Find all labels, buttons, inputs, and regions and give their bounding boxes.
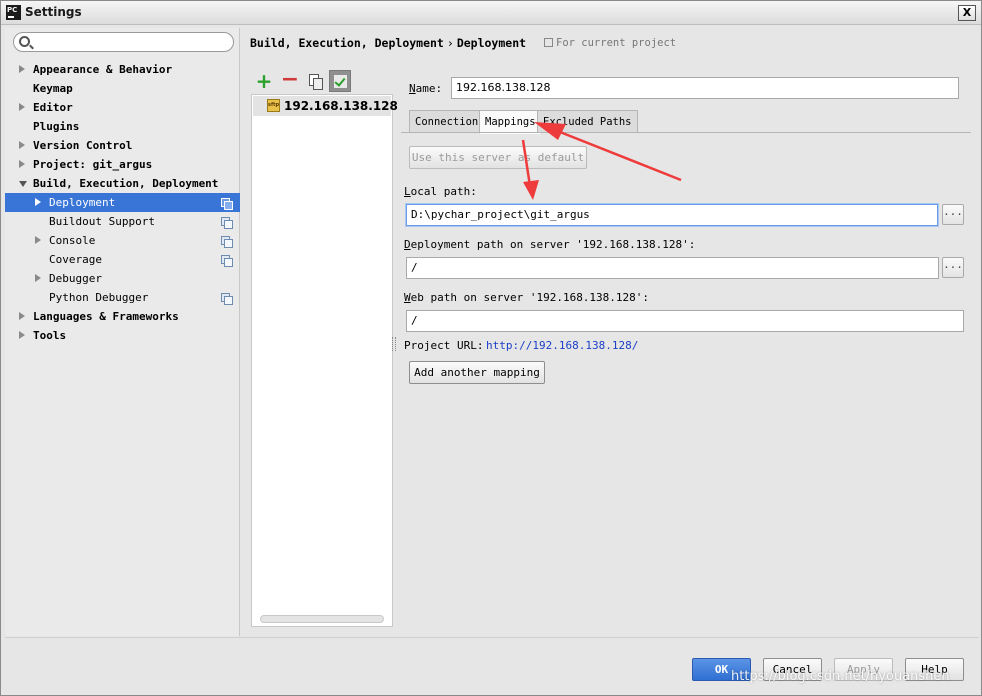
sftp-icon: sftp	[267, 99, 280, 112]
chevron-right-icon[interactable]	[35, 274, 41, 282]
sidebar-item-console[interactable]: Console	[5, 231, 240, 250]
sidebar-item-label: Coverage	[49, 253, 102, 266]
project-scope-icon	[221, 198, 233, 210]
chevron-down-icon[interactable]	[19, 181, 27, 187]
chevron-right-icon[interactable]	[19, 103, 25, 111]
project-scope-icon	[221, 217, 233, 229]
close-button[interactable]: X	[958, 5, 976, 21]
sidebar-item-project-git-argus[interactable]: Project: git_argus	[5, 155, 240, 174]
chevron-right-icon[interactable]	[19, 160, 25, 168]
chevron-right-icon[interactable]	[35, 236, 41, 244]
server-label: 192.168.138.128	[284, 99, 398, 113]
breadcrumb-current: Deployment	[456, 36, 527, 50]
deployment-path-label: Deployment path on server '192.168.138.1…	[404, 238, 696, 251]
project-scope-icon	[544, 38, 553, 47]
sidebar-item-debugger[interactable]: Debugger	[5, 269, 240, 288]
splitter-handle[interactable]	[392, 337, 396, 351]
breadcrumb-parent: Build, Execution, Deployment	[250, 36, 444, 50]
tab-divider	[401, 132, 971, 133]
sidebar-item-label: Debugger	[49, 272, 102, 285]
sidebar-item-coverage[interactable]: Coverage	[5, 250, 240, 269]
watermark-text: https://blog.csdn.net/hyouanshen	[731, 669, 950, 684]
set-default-server-button[interactable]	[329, 70, 351, 92]
tab-mappings[interactable]: Mappings	[479, 110, 542, 134]
sidebar-item-buildout-support[interactable]: Buildout Support	[5, 212, 240, 231]
deployment-path-field[interactable]: /	[406, 257, 939, 279]
settings-tree: Appearance & Behavior Keymap Editor Plugins…	[5, 60, 240, 345]
project-scope-icon	[221, 255, 233, 267]
tab-connection[interactable]: Connection	[409, 110, 485, 133]
scope-note: For current project	[544, 37, 676, 49]
local-path-browse-button[interactable]: ...	[942, 204, 964, 225]
chevron-right-icon[interactable]	[19, 65, 25, 73]
sidebar-item-tools[interactable]: Tools	[5, 326, 240, 345]
tab-excluded-paths[interactable]: Excluded Paths	[537, 110, 638, 133]
sidebar-item-label: Project: git_argus	[33, 158, 153, 171]
name-label: Name:	[409, 82, 443, 95]
use-as-default-button[interactable]: Use this server as default	[409, 146, 587, 169]
pycharm-app-icon: PC	[6, 5, 21, 20]
deployment-path-browse-button[interactable]: ...	[942, 257, 964, 278]
sidebar-item-label: Keymap	[33, 82, 73, 95]
checkmark-icon	[334, 75, 347, 88]
sidebar-item-python-debugger[interactable]: Python Debugger	[5, 288, 240, 307]
sidebar-item-label: Version Control	[33, 139, 133, 152]
add-server-button[interactable]: +	[253, 70, 275, 92]
name-field[interactable]: 192.168.138.128	[451, 77, 959, 99]
project-url-link[interactable]: http://192.168.138.128/	[486, 339, 638, 352]
sidebar-item-label: Plugins	[33, 120, 80, 133]
search-icon	[19, 36, 30, 47]
project-url-label: Project URL:	[404, 339, 484, 352]
copy-server-button[interactable]	[305, 70, 327, 92]
scope-note-text: For current project	[556, 37, 677, 49]
chevron-right-icon[interactable]	[19, 312, 25, 320]
sidebar-item-label: Buildout Support	[49, 215, 155, 228]
server-list: sftp 192.168.138.128	[251, 94, 398, 627]
local-path-label: Local path:	[404, 185, 477, 198]
sidebar-item-languages-frameworks[interactable]: Languages & Frameworks	[5, 307, 240, 326]
horizontal-scrollbar[interactable]	[260, 615, 384, 623]
search-input[interactable]	[13, 32, 234, 52]
sidebar-item-keymap[interactable]: Keymap	[5, 79, 240, 98]
sidebar-item-appearance-behavior[interactable]: Appearance & Behavior	[5, 60, 240, 79]
web-path-field[interactable]: /	[406, 310, 964, 332]
settings-window: PC Settings X Appearance & Behavior Keyma…	[0, 0, 982, 696]
web-path-label: Web path on server '192.168.138.128':	[404, 291, 650, 304]
sidebar-item-deployment[interactable]: Deployment	[5, 193, 240, 212]
project-scope-icon	[221, 293, 233, 305]
breadcrumb: Build, Execution, Deployment › Deployment	[250, 36, 526, 50]
project-scope-icon	[221, 236, 233, 248]
local-path-field[interactable]: D:\pychar_project\git_argus	[406, 204, 938, 226]
chevron-right-icon[interactable]	[19, 141, 25, 149]
settings-sidebar: Appearance & Behavior Keymap Editor Plugins…	[5, 28, 240, 636]
sidebar-item-label: Tools	[33, 329, 67, 342]
sidebar-item-plugins[interactable]: Plugins	[5, 117, 240, 136]
sidebar-item-build-execution-deployment[interactable]: Build, Execution, Deployment	[5, 174, 240, 193]
chevron-right-icon[interactable]	[19, 331, 25, 339]
sidebar-item-label: Editor	[33, 101, 73, 114]
window-title: Settings	[25, 5, 82, 19]
remove-server-button[interactable]: −	[279, 69, 301, 92]
title-bar: PC Settings X	[1, 1, 981, 25]
sidebar-item-label: Appearance & Behavior	[33, 63, 173, 76]
sidebar-item-label: Build, Execution, Deployment	[33, 177, 219, 190]
sidebar-item-label: Console	[49, 234, 96, 247]
breadcrumb-separator: ›	[446, 36, 454, 50]
server-list-item[interactable]: sftp 192.168.138.128	[253, 96, 398, 116]
chevron-right-icon[interactable]	[35, 198, 41, 206]
add-mapping-button[interactable]: Add another mapping	[409, 361, 545, 384]
sidebar-item-editor[interactable]: Editor	[5, 98, 240, 117]
sidebar-item-label: Python Debugger	[49, 291, 149, 304]
footer-divider	[5, 637, 979, 638]
sidebar-item-label: Languages & Frameworks	[33, 310, 179, 323]
sidebar-item-version-control[interactable]: Version Control	[5, 136, 240, 155]
sidebar-item-label: Deployment	[49, 196, 116, 209]
